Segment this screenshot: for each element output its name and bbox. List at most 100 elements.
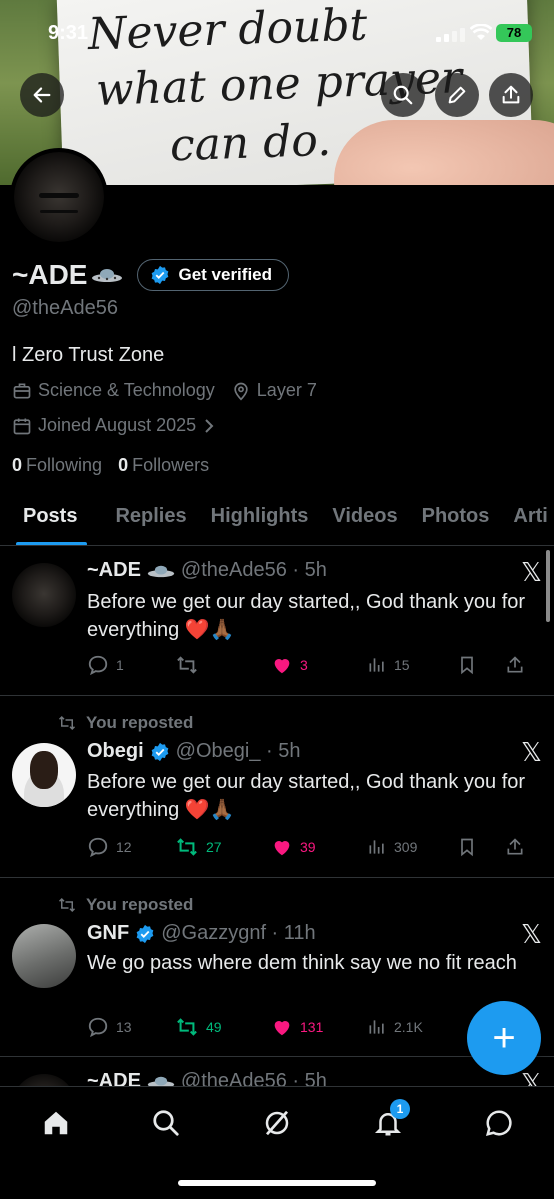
post-text: We go pass where dem think say we no fit…	[87, 952, 517, 974]
calendar-icon	[13, 418, 31, 434]
reply-icon	[88, 655, 108, 676]
bookmark-icon	[461, 838, 473, 857]
nav-notifications[interactable]: 1	[370, 1099, 410, 1141]
reply-count: 1	[116, 657, 124, 673]
bookmark-button[interactable]	[457, 836, 505, 858]
repost-icon	[177, 656, 197, 674]
banner-thumb	[334, 120, 554, 185]
following-link[interactable]: 0 Following	[12, 455, 102, 476]
repost-button[interactable]: 49	[175, 1016, 271, 1038]
post-item[interactable]: ~ADE @theAde56 · 5h 𝕏 Before we get our …	[0, 547, 554, 696]
like-button[interactable]: 39	[271, 836, 367, 858]
repost-count: 27	[206, 839, 222, 855]
repost-label: You reposted	[86, 895, 194, 914]
post-text: Before we get our day started,, God than…	[87, 771, 526, 821]
followers-link[interactable]: 0 Followers	[118, 455, 209, 476]
views-bar-icon	[369, 1020, 384, 1034]
banner-line-3: can do.	[169, 114, 332, 172]
view-count: 15	[394, 657, 410, 673]
plus-icon: +	[492, 1016, 516, 1060]
like-button[interactable]: 3	[271, 654, 367, 676]
reply-count: 13	[116, 1019, 132, 1035]
post-avatar[interactable]	[12, 563, 76, 627]
repost-button[interactable]: 27	[175, 836, 271, 858]
compose-post-button[interactable]: +	[467, 1001, 541, 1075]
share-icon	[502, 85, 520, 104]
nav-messages[interactable]	[481, 1105, 517, 1141]
grok-x-icon[interactable]: 𝕏	[521, 919, 542, 950]
heart-filled-icon	[274, 841, 290, 856]
share-icon	[507, 838, 523, 855]
edit-profile-button[interactable]	[435, 73, 479, 117]
profile-bio: l Zero Trust Zone	[12, 344, 165, 366]
share-post-button[interactable]	[505, 654, 525, 676]
tab-posts[interactable]: Posts	[0, 492, 103, 545]
grok-icon	[265, 1110, 289, 1136]
profile-meta-row: Science & Technology Layer 7	[12, 380, 317, 401]
post-header: GNF @Gazzygnf · 11h	[87, 922, 316, 945]
home-icon	[44, 1111, 68, 1135]
repost-active-icon	[177, 1018, 197, 1036]
post-author-name[interactable]: GNF	[87, 922, 129, 945]
post-author-name[interactable]: ~ADE	[87, 559, 141, 582]
post-actions: 1 3 15	[87, 653, 543, 677]
briefcase-icon	[13, 383, 31, 398]
tab-videos[interactable]: Videos	[320, 492, 409, 545]
profile-avatar[interactable]	[10, 148, 108, 246]
views-bar-icon	[369, 658, 384, 672]
location-pin-icon	[234, 382, 248, 401]
grok-x-icon[interactable]: 𝕏	[521, 737, 542, 768]
get-verified-button[interactable]: Get verified	[137, 259, 290, 291]
post-header: Obegi @Obegi_ · 5h	[87, 740, 301, 763]
nav-grok[interactable]	[259, 1105, 295, 1141]
search-button[interactable]	[381, 73, 425, 117]
post-avatar[interactable]	[12, 743, 76, 807]
repost-icon	[58, 897, 76, 913]
reply-button[interactable]: 12	[87, 836, 175, 858]
profile-category[interactable]: Science & Technology	[38, 380, 215, 401]
status-time: 9:31	[48, 22, 89, 44]
heart-filled-icon	[274, 659, 290, 674]
post-text: Before we get our day started,, God than…	[87, 591, 526, 641]
reply-button[interactable]: 13	[87, 1016, 175, 1038]
views-button[interactable]: 309	[367, 837, 457, 857]
grok-x-icon[interactable]: 𝕏	[521, 557, 542, 588]
search-icon	[393, 85, 413, 105]
post-item[interactable]: You reposted Obegi @Obegi_ · 5h 𝕏 Before…	[0, 697, 554, 878]
wifi-icon	[469, 23, 493, 47]
bookmark-button[interactable]	[457, 654, 505, 676]
views-button[interactable]: 15	[367, 655, 457, 675]
reply-button[interactable]: 1	[87, 654, 175, 676]
post-avatar[interactable]	[12, 924, 76, 988]
tab-highlights[interactable]: Highlights	[199, 492, 321, 545]
tab-photos[interactable]: Photos	[410, 492, 502, 545]
repost-button[interactable]	[175, 654, 271, 676]
verified-badge-icon	[136, 924, 154, 943]
reply-count: 12	[116, 839, 132, 855]
nav-search[interactable]	[148, 1105, 184, 1141]
notification-badge: 1	[390, 1099, 410, 1119]
share-button[interactable]	[489, 73, 533, 117]
arrow-left-icon	[33, 87, 51, 103]
share-post-button[interactable]	[505, 836, 525, 858]
post-handle-time: @Obegi_ · 5h	[175, 740, 301, 762]
chevron-right-icon	[205, 418, 214, 433]
back-button[interactable]	[20, 73, 64, 117]
home-indicator	[178, 1180, 376, 1186]
reply-icon	[88, 1017, 108, 1038]
post-header: ~ADE @theAde56 · 5h	[87, 559, 327, 582]
repost-indicator: You reposted	[56, 895, 193, 915]
profile-joined-row[interactable]: Joined August 2025	[12, 415, 216, 436]
reply-icon	[88, 837, 108, 858]
nav-home[interactable]	[38, 1105, 74, 1141]
post-handle-time: @Gazzygnf · 11h	[161, 922, 316, 944]
post-author-name[interactable]: Obegi	[87, 740, 144, 763]
tab-replies[interactable]: Replies	[103, 492, 198, 545]
ufo-emoji-icon	[147, 565, 175, 577]
views-button[interactable]: 2.1K	[367, 1017, 457, 1037]
repost-label: You reposted	[86, 713, 194, 732]
tab-articles[interactable]: Arti	[501, 492, 554, 545]
heart-filled-icon	[274, 1021, 290, 1036]
follow-stats: 0 Following 0 Followers	[12, 455, 209, 476]
like-button[interactable]: 131	[271, 1016, 367, 1038]
